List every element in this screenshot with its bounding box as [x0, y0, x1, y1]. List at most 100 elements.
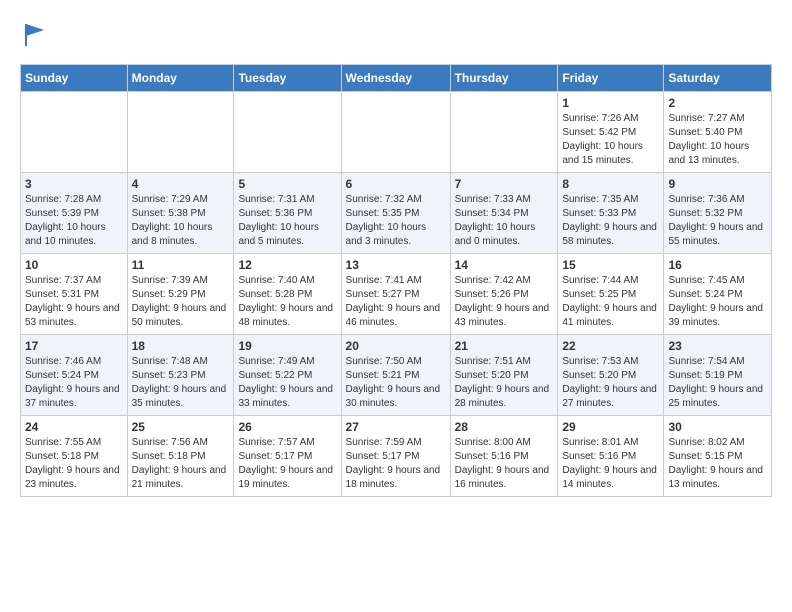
day-info: Sunrise: 7:54 AM Sunset: 5:19 PM Dayligh… — [668, 355, 767, 411]
column-header-monday: Monday — [127, 65, 234, 92]
calendar-cell: 18 Sunrise: 7:48 AM Sunset: 5:23 PM Dayli… — [127, 335, 234, 416]
day-number: 4 — [132, 177, 230, 191]
day-number: 28 — [455, 420, 554, 434]
calendar-cell: 14 Sunrise: 7:42 AM Sunset: 5:26 PM Dayli… — [450, 254, 558, 335]
calendar-cell: 29 Sunrise: 8:01 AM Sunset: 5:16 PM Dayli… — [558, 416, 664, 497]
day-number: 6 — [346, 177, 446, 191]
logo — [20, 20, 50, 48]
day-info: Sunrise: 7:48 AM Sunset: 5:23 PM Dayligh… — [132, 355, 230, 411]
day-number: 9 — [668, 177, 767, 191]
calendar-cell: 4 Sunrise: 7:29 AM Sunset: 5:38 PM Daylig… — [127, 173, 234, 254]
calendar-week-row: 17 Sunrise: 7:46 AM Sunset: 5:24 PM Dayli… — [21, 335, 772, 416]
day-number: 26 — [238, 420, 336, 434]
day-info: Sunrise: 7:59 AM Sunset: 5:17 PM Dayligh… — [346, 436, 446, 492]
day-number: 1 — [562, 96, 659, 110]
calendar-cell: 20 Sunrise: 7:50 AM Sunset: 5:21 PM Dayli… — [341, 335, 450, 416]
day-info: Sunrise: 8:01 AM Sunset: 5:16 PM Dayligh… — [562, 436, 659, 492]
calendar-header-row: SundayMondayTuesdayWednesdayThursdayFrid… — [21, 65, 772, 92]
day-info: Sunrise: 7:26 AM Sunset: 5:42 PM Dayligh… — [562, 112, 659, 168]
day-info: Sunrise: 7:49 AM Sunset: 5:22 PM Dayligh… — [238, 355, 336, 411]
calendar-cell — [21, 92, 128, 173]
calendar-cell: 3 Sunrise: 7:28 AM Sunset: 5:39 PM Daylig… — [21, 173, 128, 254]
calendar-cell: 28 Sunrise: 8:00 AM Sunset: 5:16 PM Dayli… — [450, 416, 558, 497]
day-info: Sunrise: 7:28 AM Sunset: 5:39 PM Dayligh… — [25, 193, 123, 249]
day-number: 30 — [668, 420, 767, 434]
day-number: 24 — [25, 420, 123, 434]
page-header — [20, 20, 772, 48]
day-info: Sunrise: 7:44 AM Sunset: 5:25 PM Dayligh… — [562, 274, 659, 330]
day-number: 27 — [346, 420, 446, 434]
day-info: Sunrise: 7:46 AM Sunset: 5:24 PM Dayligh… — [25, 355, 123, 411]
day-number: 5 — [238, 177, 336, 191]
calendar-cell: 24 Sunrise: 7:55 AM Sunset: 5:18 PM Dayli… — [21, 416, 128, 497]
calendar-cell: 8Sunrise: 7:35 AM Sunset: 5:33 PM Daylig… — [558, 173, 664, 254]
day-number: 15 — [562, 258, 659, 272]
column-header-saturday: Saturday — [664, 65, 772, 92]
column-header-wednesday: Wednesday — [341, 65, 450, 92]
day-number: 12 — [238, 258, 336, 272]
day-info: Sunrise: 8:02 AM Sunset: 5:15 PM Dayligh… — [668, 436, 767, 492]
calendar-cell: 22 Sunrise: 7:53 AM Sunset: 5:20 PM Dayli… — [558, 335, 664, 416]
calendar-cell: 13Sunrise: 7:41 AM Sunset: 5:27 PM Dayli… — [341, 254, 450, 335]
calendar-cell — [127, 92, 234, 173]
day-info: Sunrise: 7:37 AM Sunset: 5:31 PM Dayligh… — [25, 274, 123, 330]
day-info: Sunrise: 7:36 AM Sunset: 5:32 PM Dayligh… — [668, 193, 767, 249]
column-header-sunday: Sunday — [21, 65, 128, 92]
day-info: Sunrise: 7:51 AM Sunset: 5:20 PM Dayligh… — [455, 355, 554, 411]
calendar-cell: 1 Sunrise: 7:26 AM Sunset: 5:42 PM Daylig… — [558, 92, 664, 173]
day-info: Sunrise: 8:00 AM Sunset: 5:16 PM Dayligh… — [455, 436, 554, 492]
day-info: Sunrise: 7:35 AM Sunset: 5:33 PM Dayligh… — [562, 193, 659, 249]
calendar-week-row: 1 Sunrise: 7:26 AM Sunset: 5:42 PM Daylig… — [21, 92, 772, 173]
column-header-friday: Friday — [558, 65, 664, 92]
column-header-thursday: Thursday — [450, 65, 558, 92]
day-info: Sunrise: 7:40 AM Sunset: 5:28 PM Dayligh… — [238, 274, 336, 330]
calendar-cell: 6Sunrise: 7:32 AM Sunset: 5:35 PM Daylig… — [341, 173, 450, 254]
calendar-cell: 5 Sunrise: 7:31 AM Sunset: 5:36 PM Daylig… — [234, 173, 341, 254]
calendar-cell: 12 Sunrise: 7:40 AM Sunset: 5:28 PM Dayli… — [234, 254, 341, 335]
day-info: Sunrise: 7:29 AM Sunset: 5:38 PM Dayligh… — [132, 193, 230, 249]
day-info: Sunrise: 7:57 AM Sunset: 5:17 PM Dayligh… — [238, 436, 336, 492]
calendar-cell — [234, 92, 341, 173]
calendar-cell: 10 Sunrise: 7:37 AM Sunset: 5:31 PM Dayli… — [21, 254, 128, 335]
calendar-week-row: 10 Sunrise: 7:37 AM Sunset: 5:31 PM Dayli… — [21, 254, 772, 335]
calendar-cell: 16 Sunrise: 7:45 AM Sunset: 5:24 PM Dayli… — [664, 254, 772, 335]
day-info: Sunrise: 7:39 AM Sunset: 5:29 PM Dayligh… — [132, 274, 230, 330]
day-number: 10 — [25, 258, 123, 272]
day-info: Sunrise: 7:50 AM Sunset: 5:21 PM Dayligh… — [346, 355, 446, 411]
calendar-cell: 19 Sunrise: 7:49 AM Sunset: 5:22 PM Dayli… — [234, 335, 341, 416]
day-number: 19 — [238, 339, 336, 353]
day-number: 3 — [25, 177, 123, 191]
day-info: Sunrise: 7:53 AM Sunset: 5:20 PM Dayligh… — [562, 355, 659, 411]
day-number: 14 — [455, 258, 554, 272]
calendar-week-row: 3 Sunrise: 7:28 AM Sunset: 5:39 PM Daylig… — [21, 173, 772, 254]
calendar-cell: 9 Sunrise: 7:36 AM Sunset: 5:32 PM Daylig… — [664, 173, 772, 254]
calendar-cell — [341, 92, 450, 173]
calendar-cell: 15 Sunrise: 7:44 AM Sunset: 5:25 PM Dayli… — [558, 254, 664, 335]
calendar-cell: 27 Sunrise: 7:59 AM Sunset: 5:17 PM Dayli… — [341, 416, 450, 497]
day-number: 29 — [562, 420, 659, 434]
calendar-cell: 30 Sunrise: 8:02 AM Sunset: 5:15 PM Dayli… — [664, 416, 772, 497]
day-number: 17 — [25, 339, 123, 353]
calendar-week-row: 24 Sunrise: 7:55 AM Sunset: 5:18 PM Dayli… — [21, 416, 772, 497]
day-number: 11 — [132, 258, 230, 272]
day-info: Sunrise: 7:45 AM Sunset: 5:24 PM Dayligh… — [668, 274, 767, 330]
day-number: 22 — [562, 339, 659, 353]
calendar-cell: 26 Sunrise: 7:57 AM Sunset: 5:17 PM Dayli… — [234, 416, 341, 497]
calendar-table: SundayMondayTuesdayWednesdayThursdayFrid… — [20, 64, 772, 497]
day-number: 16 — [668, 258, 767, 272]
calendar-cell: 21Sunrise: 7:51 AM Sunset: 5:20 PM Dayli… — [450, 335, 558, 416]
day-number: 25 — [132, 420, 230, 434]
day-info: Sunrise: 7:33 AM Sunset: 5:34 PM Dayligh… — [455, 193, 554, 249]
calendar-cell — [450, 92, 558, 173]
day-info: Sunrise: 7:27 AM Sunset: 5:40 PM Dayligh… — [668, 112, 767, 168]
day-number: 20 — [346, 339, 446, 353]
day-info: Sunrise: 7:42 AM Sunset: 5:26 PM Dayligh… — [455, 274, 554, 330]
logo-flag-icon — [22, 20, 50, 48]
day-info: Sunrise: 7:31 AM Sunset: 5:36 PM Dayligh… — [238, 193, 336, 249]
calendar-cell: 23Sunrise: 7:54 AM Sunset: 5:19 PM Dayli… — [664, 335, 772, 416]
calendar-cell: 11 Sunrise: 7:39 AM Sunset: 5:29 PM Dayli… — [127, 254, 234, 335]
calendar-cell: 7Sunrise: 7:33 AM Sunset: 5:34 PM Daylig… — [450, 173, 558, 254]
day-info: Sunrise: 7:55 AM Sunset: 5:18 PM Dayligh… — [25, 436, 123, 492]
day-number: 2 — [668, 96, 767, 110]
day-number: 18 — [132, 339, 230, 353]
